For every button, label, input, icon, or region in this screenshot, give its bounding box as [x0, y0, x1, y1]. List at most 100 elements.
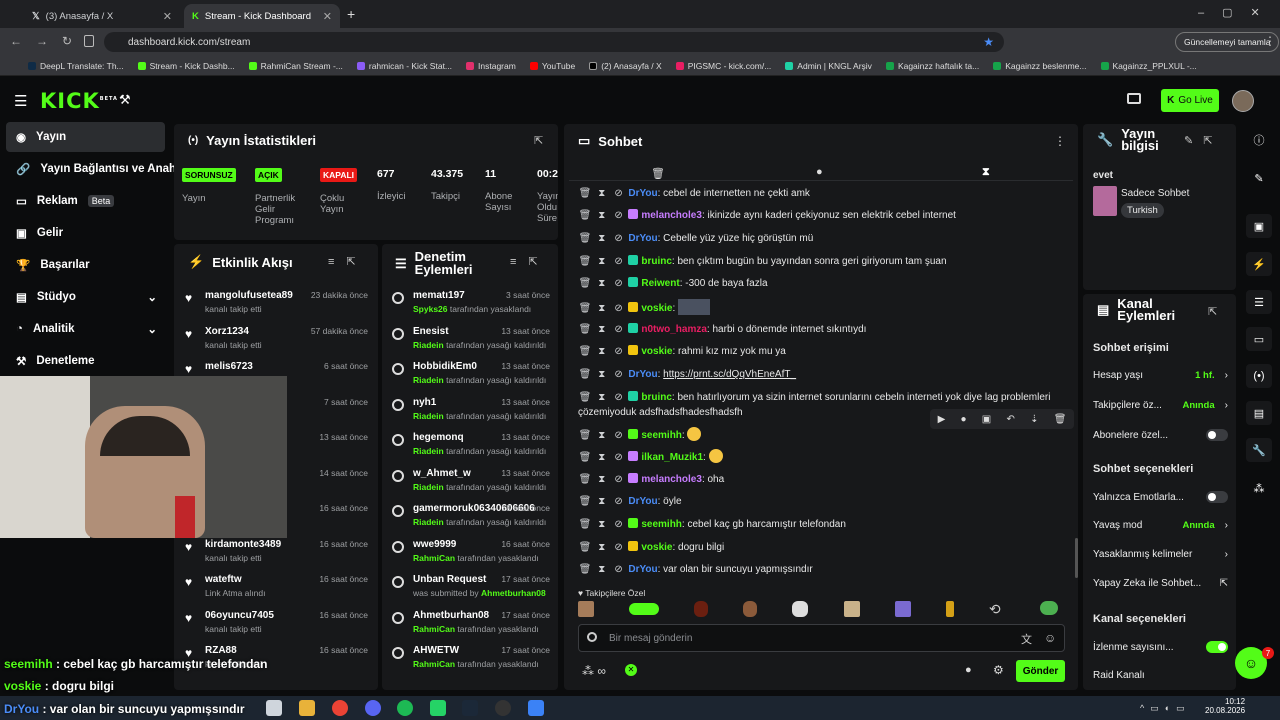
sidebar-item-reklam[interactable]: ▭ Reklam Beta — [6, 186, 165, 216]
ban-icon[interactable]: ⊘ — [612, 344, 626, 359]
chat-message[interactable]: 🗑 ⧗ ⊘ melancholе3: ikinizde aynı kaderi … — [578, 208, 1073, 223]
event-list-item[interactable]: ♥ wateftw Link Atma alındı 16 saat önce — [183, 574, 373, 610]
chat-scrollbar[interactable] — [1075, 538, 1078, 578]
tab-kick-dashboard[interactable]: K Stream - Kick Dashboard ✕ — [184, 4, 340, 28]
followers-only-setting[interactable]: Takipçilere öz... Anında › — [1093, 400, 1228, 411]
settings-gear-icon[interactable]: ⚙ — [993, 663, 1004, 677]
repeat-icon[interactable]: ⟲ — [989, 601, 1005, 617]
system-tray-icons[interactable]: ^▭◐▭ — [1140, 703, 1191, 714]
new-tab-button[interactable]: + — [347, 6, 355, 22]
bookmark-item[interactable]: Instagram — [466, 61, 516, 71]
ban-icon[interactable]: ⊘ — [612, 231, 626, 246]
events-header-actions[interactable]: ≡⇱ — [328, 255, 368, 268]
pin-icon[interactable]: ⇣ — [1030, 414, 1038, 425]
trash-icon[interactable]: 🗑 — [578, 494, 592, 509]
event-list-item[interactable]: ♥ 06oyuncu7405 kanalı takip etti 16 saat ön… — [183, 610, 373, 646]
emote[interactable] — [694, 601, 709, 617]
hourglass-icon[interactable]: ⧗ — [982, 166, 990, 179]
emotes-only-toggle[interactable] — [1206, 491, 1228, 503]
spotify-icon[interactable] — [397, 700, 413, 716]
kick-coin-icon[interactable]: ✕ — [625, 664, 637, 676]
hammer-icon[interactable]: ⚒ — [119, 92, 131, 108]
chat-icon[interactable]: ▭ — [1246, 327, 1272, 351]
mod-header-actions[interactable]: ≡⇱ — [510, 255, 550, 268]
emote[interactable] — [945, 601, 954, 617]
chat-message[interactable]: 🗑 ⧗ ⊘ seemihh: — [578, 427, 1073, 443]
event-list-item[interactable]: ♥ Xorz1234 kanalı takip etti 57 dakika önce — [183, 326, 373, 362]
mod-action-item[interactable]: gamermoruk06340606606 Riadein tarafından … — [390, 503, 550, 539]
trash-icon[interactable]: 🗑 — [578, 231, 592, 246]
hourglass-icon[interactable]: ⧗ — [595, 450, 609, 465]
menu-icon[interactable]: ⋮ — [1264, 34, 1276, 48]
sidebar-item-yayin[interactable]: ◉ Yayın — [6, 122, 165, 152]
chat-message[interactable]: 🗑 ⧗ ⊘ Reiwent: -300 de baya fazla — [578, 276, 1073, 291]
split-view-icon[interactable] — [84, 35, 94, 47]
hourglass-icon[interactable]: ⧗ — [595, 517, 609, 532]
chat-message[interactable]: 🗑 ⧗ ⊘ seemihh: cebel kaç gb harcamıştır … — [578, 517, 1073, 532]
bookmark-item[interactable]: Kagainzz_PPLXUL -... — [1100, 61, 1197, 71]
undo-icon[interactable]: ↶ — [1006, 414, 1014, 425]
account-age-setting[interactable]: Hesap yaşı 1 hf. › — [1093, 370, 1228, 381]
trash-icon[interactable]: 🗑 — [578, 517, 592, 532]
event-list-item[interactable]: ♥ mangolufusetea89 kanalı takip etti 23 dak… — [183, 290, 373, 326]
emote[interactable] — [792, 601, 809, 617]
edit-icon[interactable]: ✎ — [1246, 166, 1272, 190]
sidebar-item-analitik[interactable]: ◔ Analitik ⌄ — [6, 314, 165, 344]
bookmark-item[interactable]: Admin | KNGL Arşiv — [785, 61, 872, 71]
sidebar-item-denetleme[interactable]: ⚒ Denetleme — [6, 346, 165, 376]
go-live-button[interactable]: K Go Live — [1161, 89, 1219, 112]
subs-only-toggle[interactable] — [1206, 429, 1228, 441]
actions-icon[interactable]: ▤ — [1246, 401, 1272, 425]
trash-icon[interactable]: 🗑 — [578, 301, 592, 316]
sidebar-item-basarilar[interactable]: 🏆 Başarılar — [6, 250, 165, 280]
hourglass-icon[interactable]: ⧗ — [595, 254, 609, 269]
mod-action-item[interactable]: Enesist Riadein tarafından yasağı kaldırı… — [390, 326, 550, 362]
info-icon[interactable]: ⓘ — [1246, 128, 1272, 152]
ban-icon[interactable]: ⊘ — [612, 276, 626, 291]
ban-icon[interactable]: ⊘ — [612, 494, 626, 509]
chat-message[interactable]: 🗑 ⧗ ⊘ ilkan_Muzik1: — [578, 449, 1073, 465]
bookmark-item[interactable]: DeepL Translate: Th... — [28, 61, 124, 71]
emoji-icon[interactable]: ☺ — [1044, 631, 1056, 645]
chat-message[interactable]: 🗑 ⧗ ⊘ bruinc: ben çıktım bugün bu yayınd… — [578, 254, 1073, 269]
mod-action-item[interactable]: HobbidikEm0 Riadein tarafından yasağı kal… — [390, 361, 550, 397]
hamburger-menu-icon[interactable]: ☰ — [14, 92, 27, 110]
hourglass-icon[interactable]: ⧗ — [595, 367, 609, 382]
hourglass-icon[interactable]: ⧗ — [595, 562, 609, 577]
emote[interactable] — [894, 601, 911, 617]
viewer-count-toggle[interactable] — [1206, 641, 1228, 653]
mod-action-item[interactable]: Ahmetburhan08 RahmiCan tarafından yasakla… — [390, 610, 550, 646]
trash-icon[interactable]: 🗑 — [578, 276, 592, 291]
steam-icon[interactable] — [462, 700, 478, 716]
folder-icon[interactable] — [299, 700, 315, 716]
hourglass-icon[interactable]: ⧗ — [595, 390, 609, 405]
ban-icon[interactable]: ⊘ — [612, 540, 626, 555]
mod-action-item[interactable]: Unban Request was submitted by Ahmetburha… — [390, 574, 550, 610]
emote[interactable] — [1039, 601, 1058, 615]
mod-action-item[interactable]: w_Ahmet_w Riadein tarafından yasağı kaldı… — [390, 468, 550, 504]
slow-mode-setting[interactable]: Yavaş mod Anında › — [1093, 520, 1228, 531]
chat-icon[interactable]: ● — [965, 664, 972, 676]
delete-icon[interactable]: 🗑 — [1054, 414, 1067, 425]
hourglass-icon[interactable]: ⧗ — [595, 472, 609, 487]
ban-icon[interactable]: ⊘ — [612, 562, 626, 577]
trash-icon[interactable]: 🗑 — [578, 562, 592, 577]
ban-icon[interactable]: ⊘ — [612, 390, 626, 405]
ban-icon[interactable]: ⊘ — [612, 367, 626, 382]
chat-message[interactable]: 🗑 ⧗ ⊘ DrYou: var olan bir suncuyu yapmış… — [578, 562, 1073, 577]
trash-icon[interactable]: 🗑 — [578, 428, 592, 443]
hourglass-icon[interactable]: ⧗ — [595, 494, 609, 509]
ban-icon[interactable]: ⊘ — [612, 428, 626, 443]
avatar[interactable] — [1232, 90, 1254, 112]
hourglass-icon[interactable]: ⧗ — [595, 208, 609, 223]
chat-message[interactable]: 🗑 ⧗ ⊘ voskie: dogru bilgi — [578, 540, 1073, 555]
trash-icon[interactable]: 🗑 — [578, 450, 592, 465]
trash-icon[interactable]: 🗑 — [578, 367, 592, 382]
trash-icon[interactable]: 🗑 — [578, 390, 592, 405]
ban-icon[interactable]: ⊘ — [612, 450, 626, 465]
url-bar[interactable]: dashboard.kick.com/stream ★ — [104, 32, 1004, 52]
chat-message[interactable]: 🗑 ⧗ ⊘ n0two_hamza: harbi o dönemde inter… — [578, 322, 1073, 337]
hourglass-icon[interactable]: ⧗ — [595, 344, 609, 359]
emote[interactable] — [743, 601, 758, 617]
trash-icon[interactable]: 🗑 — [578, 540, 592, 555]
